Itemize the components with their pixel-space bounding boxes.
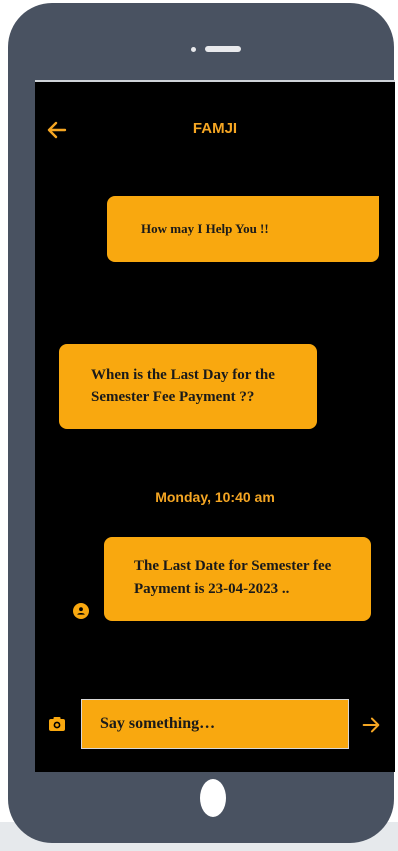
message-text: The Last Date for Semester fee Payment i… [134,558,332,597]
arrow-right-icon[interactable] [360,714,382,736]
earpiece-speaker [205,46,241,52]
message-text: When is the Last Day for the Semester Fe… [91,367,275,405]
front-camera [191,47,196,52]
message-input[interactable] [81,699,349,749]
user-message-question: When is the Last Day for the Semester Fe… [59,344,317,429]
message-timestamp: Monday, 10:40 am [155,489,275,505]
chat-screen: FAMJI How may I Help You !! When is the … [35,80,395,772]
message-text: How may I Help You !! [141,221,269,236]
chat-title: FAMJI [192,120,238,137]
user-avatar-icon [73,603,89,619]
phone-frame: FAMJI How may I Help You !! When is the … [8,3,395,843]
camera-icon[interactable] [47,714,67,734]
home-button[interactable] [200,779,226,817]
bot-message-answer: The Last Date for Semester fee Payment i… [104,537,371,621]
bot-message-greeting: How may I Help You !! [107,196,379,262]
